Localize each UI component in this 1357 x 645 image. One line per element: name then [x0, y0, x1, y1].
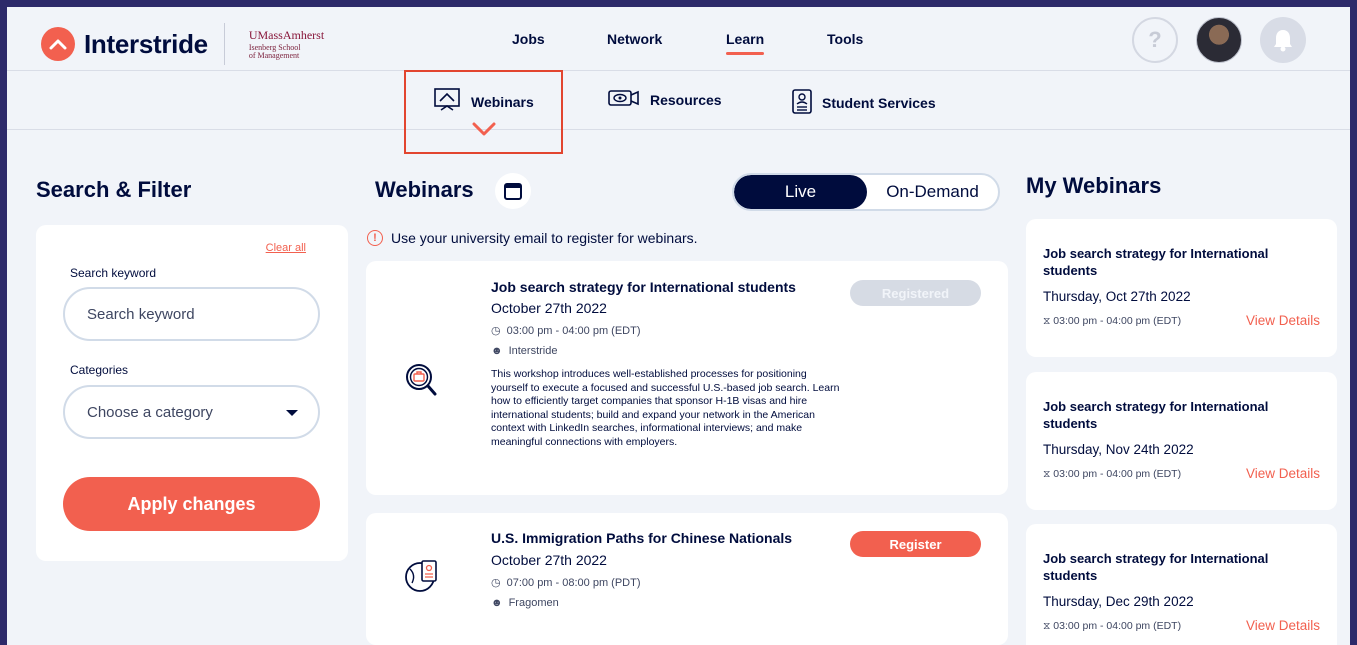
person-icon: ☻ [491, 597, 503, 609]
learn-subnav: Webinars Resources Student Services [7, 72, 1350, 130]
top-navbar: Interstride UMassAmherst Isenberg School… [7, 7, 1350, 71]
webinar-card[interactable]: U.S. Immigration Paths for Chinese Natio… [366, 513, 1008, 645]
my-webinar-title[interactable]: Job search strategy for International st… [1043, 245, 1303, 279]
subnav-resources[interactable]: Resources [608, 88, 722, 111]
video-camera-icon [608, 88, 640, 111]
tab-live[interactable]: Live [734, 175, 867, 209]
subnav-resources-label: Resources [650, 91, 722, 108]
tab-on-demand[interactable]: On-Demand [867, 175, 998, 209]
clock-icon: ◷ [491, 577, 501, 589]
webinar-date: October 27th 2022 [491, 552, 607, 568]
subnav-student-services[interactable]: Student Services [792, 88, 936, 117]
nav-network[interactable]: Network [607, 31, 662, 47]
active-nav-underline [726, 52, 765, 55]
nav-tools[interactable]: Tools [827, 31, 863, 47]
my-webinar-title[interactable]: Job search strategy for International st… [1043, 398, 1303, 432]
registered-button[interactable]: Registered [850, 280, 981, 306]
person-icon: ☻ [491, 345, 503, 357]
my-webinar-date: Thursday, Oct 27th 2022 [1043, 289, 1191, 304]
calendar-icon [504, 183, 522, 200]
caret-down-icon [286, 410, 298, 416]
webinar-date: October 27th 2022 [491, 300, 607, 316]
avatar[interactable] [1196, 17, 1242, 63]
webinar-card[interactable]: Job search strategy for International st… [366, 261, 1008, 495]
nav-learn-label: Learn [726, 31, 765, 47]
webinar-title[interactable]: U.S. Immigration Paths for Chinese Natio… [491, 530, 792, 546]
subnav-student-services-label: Student Services [822, 94, 936, 111]
webinar-description: This workshop introduces well-establishe… [491, 368, 840, 448]
bell-icon[interactable] [1260, 17, 1306, 63]
app-frame: Interstride UMassAmherst Isenberg School… [7, 7, 1350, 645]
nav-jobs[interactable]: Jobs [512, 31, 545, 47]
calendar-button[interactable] [495, 173, 531, 209]
alert-icon: ! [367, 230, 383, 246]
my-webinar-time: ⧖ 03:00 pm - 04:00 pm (EDT) [1043, 315, 1182, 327]
clock-icon: ◷ [491, 325, 501, 337]
clipboard-user-icon [792, 88, 812, 117]
webinar-time: ◷ 07:00 pm - 08:00 pm (PDT) [491, 576, 641, 590]
my-webinar-card[interactable]: Job search strategy for International st… [1026, 219, 1337, 357]
register-button[interactable]: Register [850, 531, 981, 557]
webinar-time-text: 07:00 pm - 08:00 pm (PDT) [506, 576, 641, 589]
filter-heading: Search & Filter [36, 177, 192, 202]
my-webinars-heading: My Webinars [1026, 173, 1162, 198]
search-keyword-input[interactable] [63, 287, 320, 341]
view-details-link[interactable]: View Details [1246, 313, 1320, 328]
globe-document-icon [404, 557, 440, 600]
my-webinar-card[interactable]: Job search strategy for International st… [1026, 524, 1337, 645]
webinar-host-text: Interstride [508, 345, 558, 357]
search-keyword-label: Search keyword [70, 266, 157, 280]
live-ondemand-toggle: Live On-Demand [732, 173, 1000, 211]
category-select[interactable]: Choose a category [63, 385, 320, 439]
webinar-title[interactable]: Job search strategy for International st… [491, 279, 796, 295]
clear-all-link[interactable]: Clear all [266, 242, 306, 254]
webinar-time-text: 03:00 pm - 04:00 pm (EDT) [506, 324, 641, 337]
register-notice-text: Use your university email to register fo… [391, 230, 698, 246]
webinar-time: ◷ 03:00 pm - 04:00 pm (EDT) [491, 324, 641, 338]
category-select-value: Choose a category [87, 403, 213, 421]
webinar-host: ☻ Interstride [491, 345, 558, 357]
register-notice: ! Use your university email to register … [367, 230, 698, 246]
filter-card: Clear all Search keyword Categories Choo… [36, 225, 348, 561]
help-icon[interactable]: ? [1132, 17, 1178, 63]
my-webinar-date: Thursday, Nov 24th 2022 [1043, 442, 1194, 457]
webinar-host-text: Fragomen [508, 597, 559, 609]
nav-learn[interactable]: Learn [726, 31, 765, 55]
my-webinar-time: ⧖ 03:00 pm - 04:00 pm (EDT) [1043, 620, 1182, 632]
my-webinar-title[interactable]: Job search strategy for International st… [1043, 550, 1303, 584]
categories-label: Categories [70, 363, 129, 377]
my-webinar-card[interactable]: Job search strategy for International st… [1026, 372, 1337, 510]
my-webinar-time: ⧖ 03:00 pm - 04:00 pm (EDT) [1043, 468, 1182, 480]
webinar-host: ☻ Fragomen [491, 597, 559, 609]
view-details-link[interactable]: View Details [1246, 618, 1320, 633]
my-webinar-date: Thursday, Dec 29th 2022 [1043, 594, 1194, 609]
apply-changes-button[interactable]: Apply changes [63, 477, 320, 531]
view-details-link[interactable]: View Details [1246, 466, 1320, 481]
top-icons: ? [1132, 17, 1306, 63]
magnifier-briefcase-icon [404, 362, 438, 403]
chevron-down-icon [472, 121, 496, 142]
webinars-heading: Webinars [375, 177, 474, 202]
